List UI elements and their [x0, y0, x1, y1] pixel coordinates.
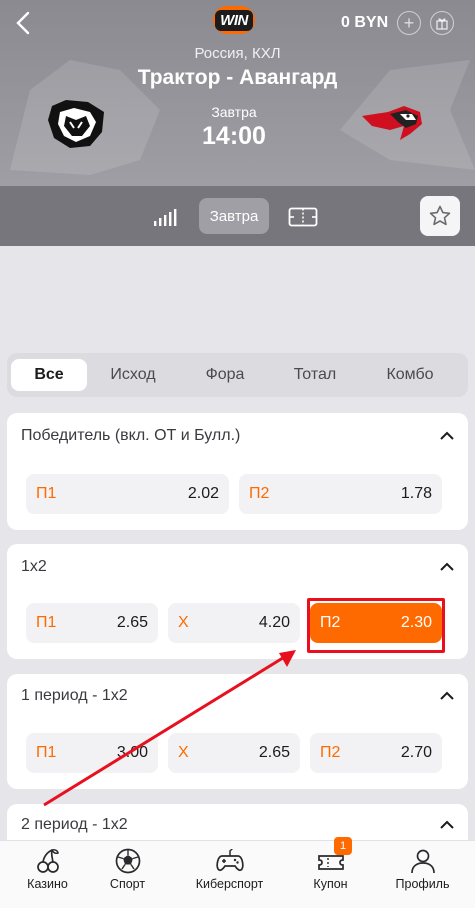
chevron-up-icon[interactable] [440, 431, 454, 441]
market-title: Победитель (вкл. ОТ и Булл.) [21, 427, 241, 444]
market-card-winner: Победитель (вкл. ОТ и Булл.) П1 2.02 П2 … [7, 413, 468, 530]
ball-icon [115, 848, 140, 874]
brand-logo: WIN [211, 0, 257, 40]
bottom-nav: Казино Спорт Киберспорт Купон Профиль [0, 840, 475, 908]
league-label: Россия, КХЛ [194, 45, 281, 62]
nav-esports[interactable]: Киберспорт [182, 841, 277, 908]
field-icon[interactable] [288, 207, 318, 227]
highlight-box [307, 598, 445, 653]
nav-coupon[interactable]: Купон [283, 841, 378, 908]
tab-combo[interactable]: Комбо [372, 359, 448, 391]
match-title: Трактор - Авангард [137, 66, 338, 89]
star-icon[interactable] [420, 196, 460, 236]
avangard-logo [362, 106, 422, 140]
market-card-period1: 1 период - 1x2 П1 3.00 Х 2.65 П2 2.70 [7, 674, 468, 789]
odd-button[interactable]: Х 2.65 [168, 733, 300, 773]
balance[interactable]: 0 BYN [341, 14, 388, 32]
tab-outcome[interactable]: Исход [95, 359, 171, 391]
nav-sport[interactable]: Спорт [80, 841, 175, 908]
chevron-up-icon[interactable] [440, 820, 454, 830]
odd-button[interactable]: П2 1.78 [239, 474, 442, 514]
coupon-badge: 1 [334, 837, 352, 855]
cherry-icon [36, 849, 59, 873]
tab-total[interactable]: Тотал [277, 359, 353, 391]
nav-profile[interactable]: Профиль [375, 841, 470, 908]
odd-button[interactable]: П1 3.00 [26, 733, 158, 773]
tab-handicap[interactable]: Фора [187, 359, 263, 391]
gift-icon[interactable] [430, 11, 454, 35]
chevron-up-icon[interactable] [440, 691, 454, 701]
market-title: 2 период - 1x2 [21, 816, 128, 833]
gamepad-icon [215, 848, 244, 872]
market-title: 1x2 [21, 558, 47, 575]
traktor-logo [48, 100, 104, 148]
chevron-up-icon[interactable] [440, 562, 454, 572]
back-icon[interactable] [12, 10, 38, 36]
market-tabs: Все Исход Фора Тотал Комбо [7, 353, 468, 397]
odd-button[interactable]: П1 2.65 [26, 603, 158, 643]
odd-button[interactable]: П2 2.70 [310, 733, 442, 773]
tab-all[interactable]: Все [11, 359, 87, 391]
profile-icon [410, 849, 435, 874]
market-title: 1 период - 1x2 [21, 687, 128, 704]
plus-icon[interactable]: + [397, 11, 421, 35]
odd-button[interactable]: П1 2.02 [26, 474, 229, 514]
stats-icon[interactable] [153, 207, 177, 227]
odd-button[interactable]: Х 4.20 [168, 603, 300, 643]
tab-tomorrow[interactable]: Завтра [199, 198, 269, 234]
